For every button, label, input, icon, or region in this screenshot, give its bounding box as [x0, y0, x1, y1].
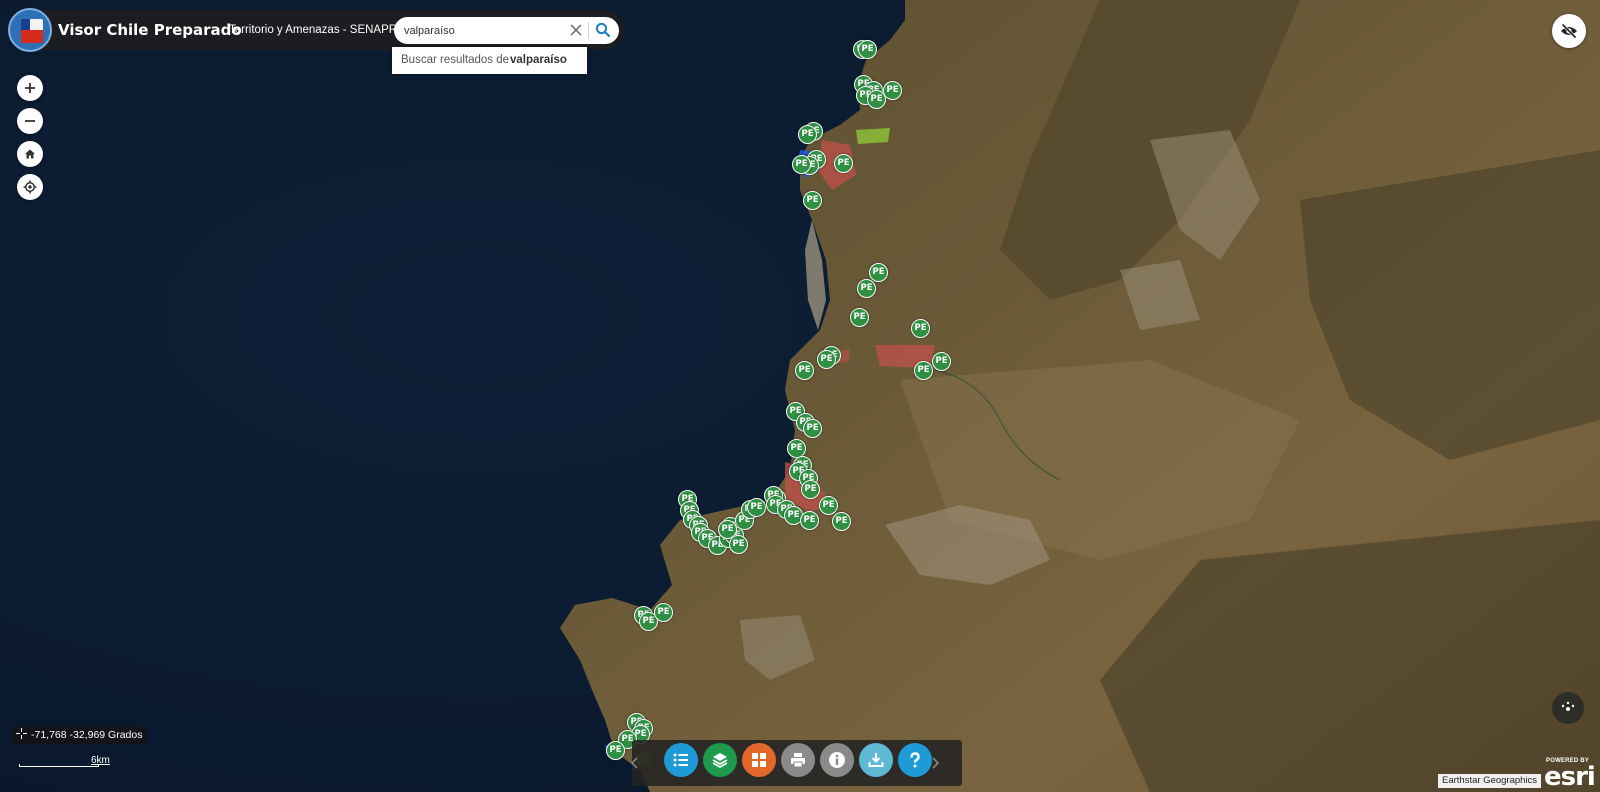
crosshair-icon: [16, 728, 27, 739]
compass-button[interactable]: [1552, 692, 1584, 724]
info-button[interactable]: [820, 743, 854, 777]
home-button[interactable]: [17, 141, 43, 167]
locate-icon: [23, 180, 37, 194]
eye-off-icon: [1561, 23, 1577, 39]
coordinates-readout: -71,768 -32,969 Grados: [13, 727, 147, 744]
download-icon: [868, 753, 884, 767]
pe-marker[interactable]: PE: [606, 741, 625, 760]
app-logo: [8, 8, 52, 52]
pe-marker[interactable]: PE: [798, 125, 817, 144]
clear-search-icon[interactable]: [566, 20, 586, 40]
toolbar-next-button[interactable]: [928, 753, 942, 773]
pe-marker[interactable]: PE: [869, 263, 888, 282]
suggestion-term: valparaíso: [510, 54, 567, 66]
pe-marker[interactable]: PE: [932, 352, 951, 371]
pe-marker[interactable]: PE: [857, 279, 876, 298]
toolbar-prev-button[interactable]: [628, 753, 642, 773]
help-icon: [910, 752, 920, 768]
print-icon: [791, 753, 805, 768]
pe-marker[interactable]: PE: [819, 496, 838, 515]
pe-marker[interactable]: PE: [654, 603, 673, 622]
layers-button[interactable]: [703, 743, 737, 777]
search-input[interactable]: [404, 21, 554, 40]
scale-bar: 6km: [19, 755, 115, 770]
zoom-in-button[interactable]: [17, 75, 43, 101]
toggle-visibility-button[interactable]: [1552, 14, 1586, 48]
map-attribution: Earthstar Geographics: [1438, 774, 1542, 788]
list-icon: [673, 753, 688, 767]
pe-marker[interactable]: PE: [800, 511, 819, 530]
search-box: [394, 17, 619, 44]
search-icon[interactable]: [592, 20, 614, 40]
download-button[interactable]: [859, 743, 893, 777]
zoom-out-button[interactable]: [17, 108, 43, 134]
map-view[interactable]: PE PE PE PE PE PE PE PE PE PE PE PE PE PE PE PE PE PE PE PE…: [0, 0, 1600, 792]
info-icon: [829, 752, 845, 768]
home-icon: [25, 149, 35, 159]
pe-marker[interactable]: PE: [832, 512, 851, 531]
layers-icon: [712, 753, 728, 769]
help-button[interactable]: [898, 743, 932, 777]
grid-icon: [752, 753, 766, 767]
pe-marker[interactable]: PE: [911, 319, 930, 338]
esri-logo: POWERED BY esri: [1544, 758, 1596, 792]
bottom-toolbar: [630, 740, 962, 786]
basemap-gallery-button[interactable]: [742, 743, 776, 777]
suggestion-prefix: Buscar resultados de: [401, 54, 510, 66]
pe-marker[interactable]: PE: [914, 361, 933, 380]
coordinates-text: -71,768 -32,969 Grados: [31, 729, 143, 741]
app-title: Visor Chile Preparado: [58, 21, 242, 39]
satellite-basemap: [0, 0, 1600, 792]
legend-button[interactable]: [664, 743, 698, 777]
pe-marker[interactable]: PE: [803, 191, 822, 210]
pe-marker[interactable]: PE: [834, 154, 853, 173]
app-header: Visor Chile Preparado Territorio y Amena…: [8, 8, 624, 52]
chile-flag-icon: [21, 19, 43, 43]
plus-icon: [25, 83, 35, 93]
minus-icon: [25, 120, 35, 122]
scale-label: 6km: [91, 755, 110, 766]
locate-button[interactable]: [17, 174, 43, 200]
search-divider: [588, 22, 589, 39]
pe-marker[interactable]: PE: [867, 90, 886, 109]
esri-wordmark: esri: [1544, 762, 1596, 792]
pe-marker[interactable]: PE: [747, 498, 766, 517]
pe-marker[interactable]: PE: [718, 520, 737, 539]
search-suggestion[interactable]: Buscar resultados de valparaíso: [392, 47, 587, 74]
scale-bar-line: [19, 764, 99, 767]
pe-marker[interactable]: PE: [850, 308, 869, 327]
pe-marker[interactable]: PE: [803, 419, 822, 438]
app-subtitle: Territorio y Amenazas - SENAPRED: [229, 24, 414, 36]
pe-marker[interactable]: PE: [817, 350, 836, 369]
print-button[interactable]: [781, 743, 815, 777]
pe-marker[interactable]: PE: [858, 40, 877, 59]
pe-marker[interactable]: PE: [795, 361, 814, 380]
pe-marker[interactable]: PE: [801, 480, 820, 499]
pe-marker[interactable]: PE: [792, 155, 811, 174]
compass-icon: [1561, 701, 1575, 711]
